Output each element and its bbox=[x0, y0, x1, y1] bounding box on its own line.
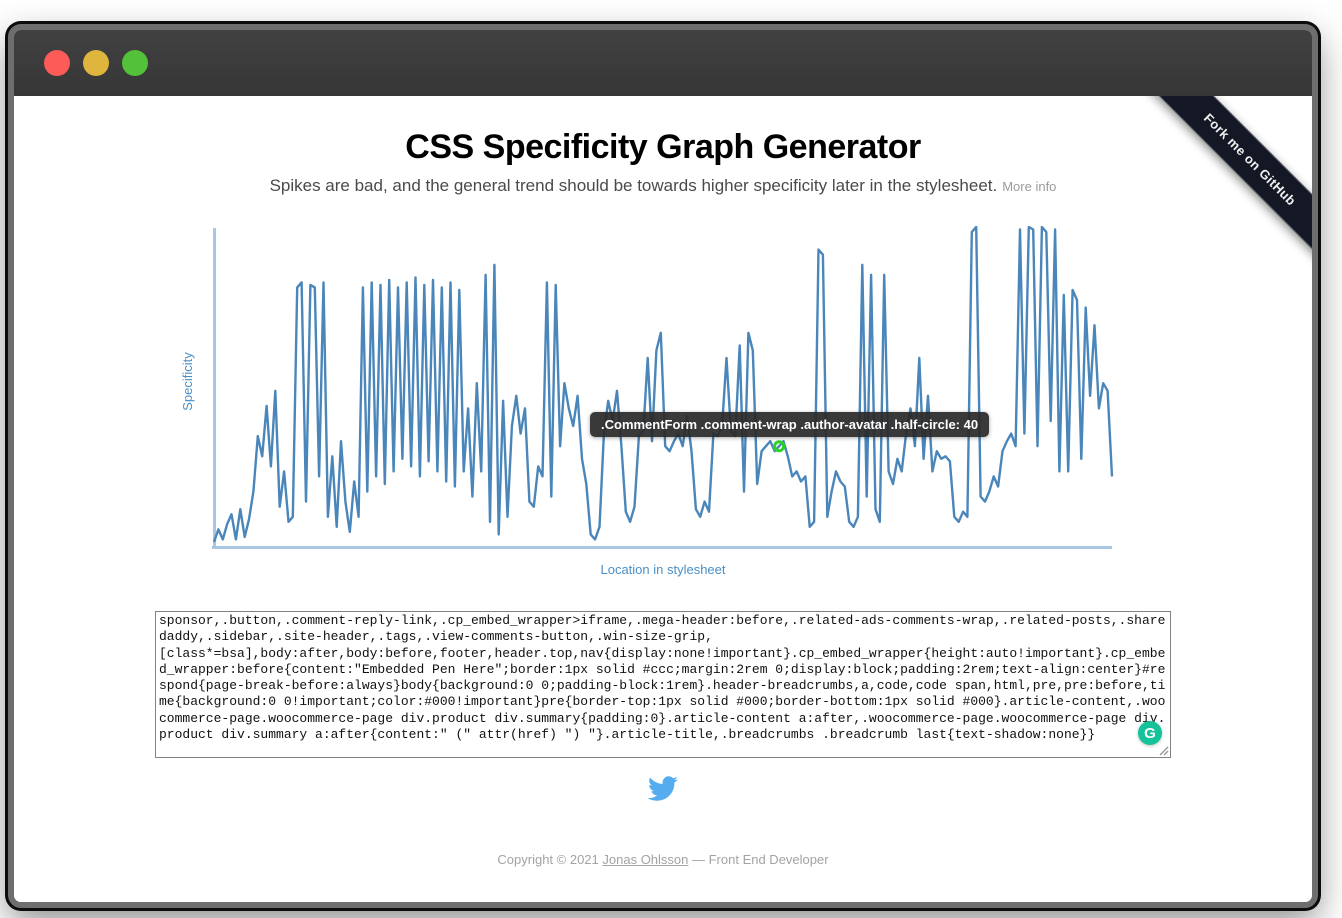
x-axis-label: Location in stylesheet bbox=[214, 562, 1112, 577]
twitter-link[interactable] bbox=[648, 776, 678, 806]
page-subtitle: Spikes are bad, and the general trend sh… bbox=[155, 176, 1171, 196]
specificity-line bbox=[214, 227, 1112, 542]
grammarly-icon[interactable]: G bbox=[1138, 721, 1162, 745]
resize-grip-icon[interactable] bbox=[1158, 745, 1169, 756]
twitter-bird-icon bbox=[648, 776, 678, 801]
y-axis-label: Specificity bbox=[180, 352, 195, 411]
minimize-button[interactable] bbox=[83, 50, 109, 76]
app-window: Fork me on GitHub CSS Specificity Graph … bbox=[8, 24, 1318, 908]
page-content: Fork me on GitHub CSS Specificity Graph … bbox=[14, 96, 1312, 902]
page-title: CSS Specificity Graph Generator bbox=[155, 128, 1171, 167]
subtitle-text: Spikes are bad, and the general trend sh… bbox=[270, 176, 998, 195]
close-button[interactable] bbox=[44, 50, 70, 76]
chart-tooltip: .CommentForm .comment-wrap .author-avata… bbox=[590, 412, 989, 437]
zoom-button[interactable] bbox=[122, 50, 148, 76]
copyright-text: Copyright © 2021 bbox=[497, 852, 602, 867]
footer: Copyright © 2021 Jonas Ohlsson — Front E… bbox=[155, 852, 1171, 867]
footer-suffix: — Front End Developer bbox=[688, 852, 828, 867]
specificity-chart-svg[interactable] bbox=[190, 226, 1130, 556]
css-input[interactable]: sponsor,.button,.comment-reply-link,.cp_… bbox=[155, 611, 1171, 758]
window-titlebar bbox=[14, 30, 1312, 96]
author-link[interactable]: Jonas Ohlsson bbox=[602, 852, 688, 867]
specificity-chart: Specificity .CommentForm .comment-wrap .… bbox=[190, 226, 1130, 577]
css-editor: sponsor,.button,.comment-reply-link,.cp_… bbox=[155, 611, 1171, 758]
more-info-link[interactable]: More info bbox=[1002, 179, 1056, 194]
